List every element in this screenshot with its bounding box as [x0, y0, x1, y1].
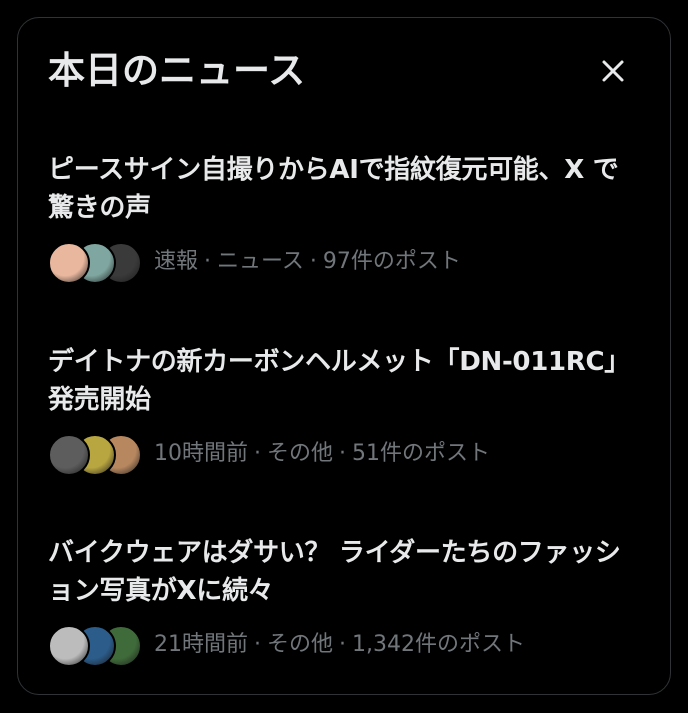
avatar [48, 242, 90, 284]
close-icon [602, 60, 624, 82]
news-headline: デイトナの新カーボンヘルメット「DN-011RC」発売開始 [48, 347, 631, 415]
news-meta-text: 10時間前 · その他 · 51件のポスト [154, 439, 490, 469]
avatar [48, 625, 90, 667]
meta-separator: · [254, 632, 261, 657]
news-post-count: 97件のポスト [322, 249, 461, 274]
news-meta: 10時間前 · その他 · 51件のポスト [48, 432, 638, 476]
news-item[interactable]: ピースサイン自撮りからAIで指紋復元可能、X で驚きの声 速報 · ニュース · 97件… [48, 151, 638, 284]
news-post-count: 51件のポスト [352, 441, 491, 466]
news-meta: 21時間前 · その他 · 1,342件のポスト [48, 623, 638, 667]
news-item[interactable]: デイトナの新カーボンヘルメット「DN-011RC」発売開始 10時間前 · その他 ·… [48, 343, 638, 476]
news-category: その他 [267, 441, 334, 466]
news-time: 21時間前 [154, 632, 248, 657]
meta-separator: · [339, 441, 347, 466]
meta-separator: · [339, 632, 347, 657]
meta-separator: · [309, 249, 317, 274]
avatar [48, 434, 90, 476]
news-meta-text: 21時間前 · その他 · 1,342件のポスト [154, 630, 525, 660]
news-category: ニュース [217, 249, 304, 274]
meta-separator: · [254, 441, 261, 466]
meta-separator: · [204, 249, 212, 274]
news-headline: ピースサイン自撮りからAIで指紋復元可能、X で驚きの声 [48, 155, 619, 223]
avatar-stack [48, 432, 142, 476]
avatar-stack [48, 240, 142, 284]
news-time: 速報 [154, 249, 199, 274]
panel-title: 本日のニュース [48, 49, 306, 92]
todays-news-panel: 本日のニュース ピースサイン自撮りからAIで指紋復元可能、X で驚きの声 速報 ·… [17, 17, 671, 695]
news-post-count: 1,342件のポスト [352, 632, 525, 657]
news-category: その他 [267, 632, 334, 657]
news-meta-text: 速報 · ニュース · 97件のポスト [154, 247, 461, 277]
close-button[interactable] [596, 54, 630, 88]
avatar-stack [48, 623, 142, 667]
news-meta: 速報 · ニュース · 97件のポスト [48, 240, 638, 284]
news-item[interactable]: バイクウェアはダサい？ ライダーたちのファッション写真がXに続々 21時間前 · そ… [48, 534, 638, 667]
news-time: 10時間前 [154, 441, 248, 466]
news-headline: バイクウェアはダサい？ ライダーたちのファッション写真がXに続々 [48, 538, 621, 606]
